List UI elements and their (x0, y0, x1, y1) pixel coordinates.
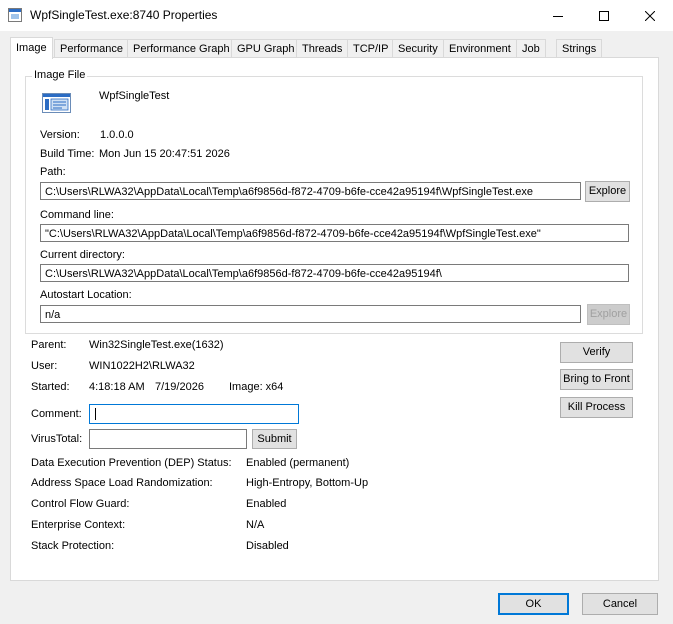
stack-protection-value: Disabled (246, 540, 289, 552)
application-icon (8, 8, 22, 22)
command-line-field[interactable]: "C:\Users\RLWA32\AppData\Local\Temp\a6f9… (40, 224, 629, 242)
title-bar[interactable]: WpfSingleTest.exe:8740 Properties (0, 0, 673, 31)
started-date: 7/19/2026 (155, 381, 204, 393)
parent-value: Win32SingleTest.exe(1632) (89, 339, 224, 351)
close-icon (645, 10, 655, 21)
window-title: WpfSingleTest.exe:8740 Properties (30, 8, 218, 22)
bring-to-front-button[interactable]: Bring to Front (560, 369, 633, 390)
autostart-explore-button[interactable]: Explore (587, 304, 630, 325)
current-directory-field[interactable]: C:\Users\RLWA32\AppData\Local\Temp\a6f98… (40, 264, 629, 282)
cancel-button[interactable]: Cancel (582, 593, 658, 615)
dep-status-label: Data Execution Prevention (DEP) Status: (31, 457, 232, 469)
autostart-location-field[interactable]: n/a (40, 305, 581, 323)
image-file-group-label: Image File (32, 69, 88, 81)
started-time: 4:18:18 AM (89, 381, 145, 393)
parent-label: Parent: (31, 339, 67, 351)
path-field[interactable]: C:\Users\RLWA32\AppData\Local\Temp\a6f98… (40, 182, 581, 200)
version-value: 1.0.0.0 (100, 129, 134, 141)
user-value: WIN1022H2\RLWA32 (89, 360, 195, 372)
maximize-icon (599, 10, 609, 21)
virustotal-field[interactable] (89, 429, 247, 449)
tab-gpu-graph[interactable]: GPU Graph (231, 39, 301, 58)
build-time-label: Build Time: (40, 148, 95, 160)
submit-button[interactable]: Submit (252, 429, 297, 449)
close-button[interactable] (627, 0, 673, 31)
tab-tcp-ip[interactable]: TCP/IP (347, 39, 395, 58)
aslr-label: Address Space Load Randomization: (31, 477, 213, 489)
control-flow-guard-label: Control Flow Guard: (31, 498, 130, 510)
started-label: Started: (31, 381, 70, 393)
version-label: Version: (40, 129, 80, 141)
minimize-button[interactable] (535, 0, 581, 31)
autostart-location-label: Autostart Location: (40, 289, 132, 301)
comment-input[interactable] (89, 404, 299, 424)
tab-performance-graph[interactable]: Performance Graph (127, 39, 236, 58)
path-explore-button[interactable]: Explore (585, 181, 630, 202)
tab-strings[interactable]: Strings (556, 39, 603, 58)
tab-security[interactable]: Security (392, 39, 444, 58)
enterprise-context-label: Enterprise Context: (31, 519, 126, 531)
application-window-icon (42, 93, 71, 113)
aslr-value: High-Entropy, Bottom-Up (246, 477, 369, 489)
virustotal-label: VirusTotal: (31, 433, 83, 445)
path-label: Path: (40, 166, 66, 178)
dep-status-value: Enabled (permanent) (246, 457, 350, 469)
tab-threads[interactable]: Threads (296, 39, 349, 58)
build-time-value: Mon Jun 15 20:47:51 2026 (99, 148, 230, 160)
tab-strip: Image Performance Performance Graph GPU … (10, 37, 660, 59)
text-caret (95, 408, 96, 421)
image-name: WpfSingleTest (99, 90, 170, 102)
tab-image[interactable]: Image (10, 37, 53, 59)
stack-protection-label: Stack Protection: (31, 540, 115, 552)
ok-button[interactable]: OK (498, 593, 569, 615)
minimize-icon (553, 15, 563, 17)
tab-environment[interactable]: Environment (443, 39, 517, 58)
properties-window: WpfSingleTest.exe:8740 Properties Image … (0, 0, 673, 624)
current-directory-label: Current directory: (40, 249, 125, 261)
tab-job[interactable]: Job (516, 39, 546, 58)
enterprise-context-value: N/A (246, 519, 265, 531)
verify-button[interactable]: Verify (560, 342, 633, 363)
control-flow-guard-value: Enabled (246, 498, 287, 510)
command-line-label: Command line: (40, 209, 114, 221)
maximize-button[interactable] (581, 0, 627, 31)
comment-label: Comment: (31, 408, 82, 420)
user-label: User: (31, 360, 58, 372)
tab-performance[interactable]: Performance (54, 39, 129, 58)
image-architecture: Image: x64 (229, 381, 284, 393)
kill-process-button[interactable]: Kill Process (560, 397, 633, 418)
